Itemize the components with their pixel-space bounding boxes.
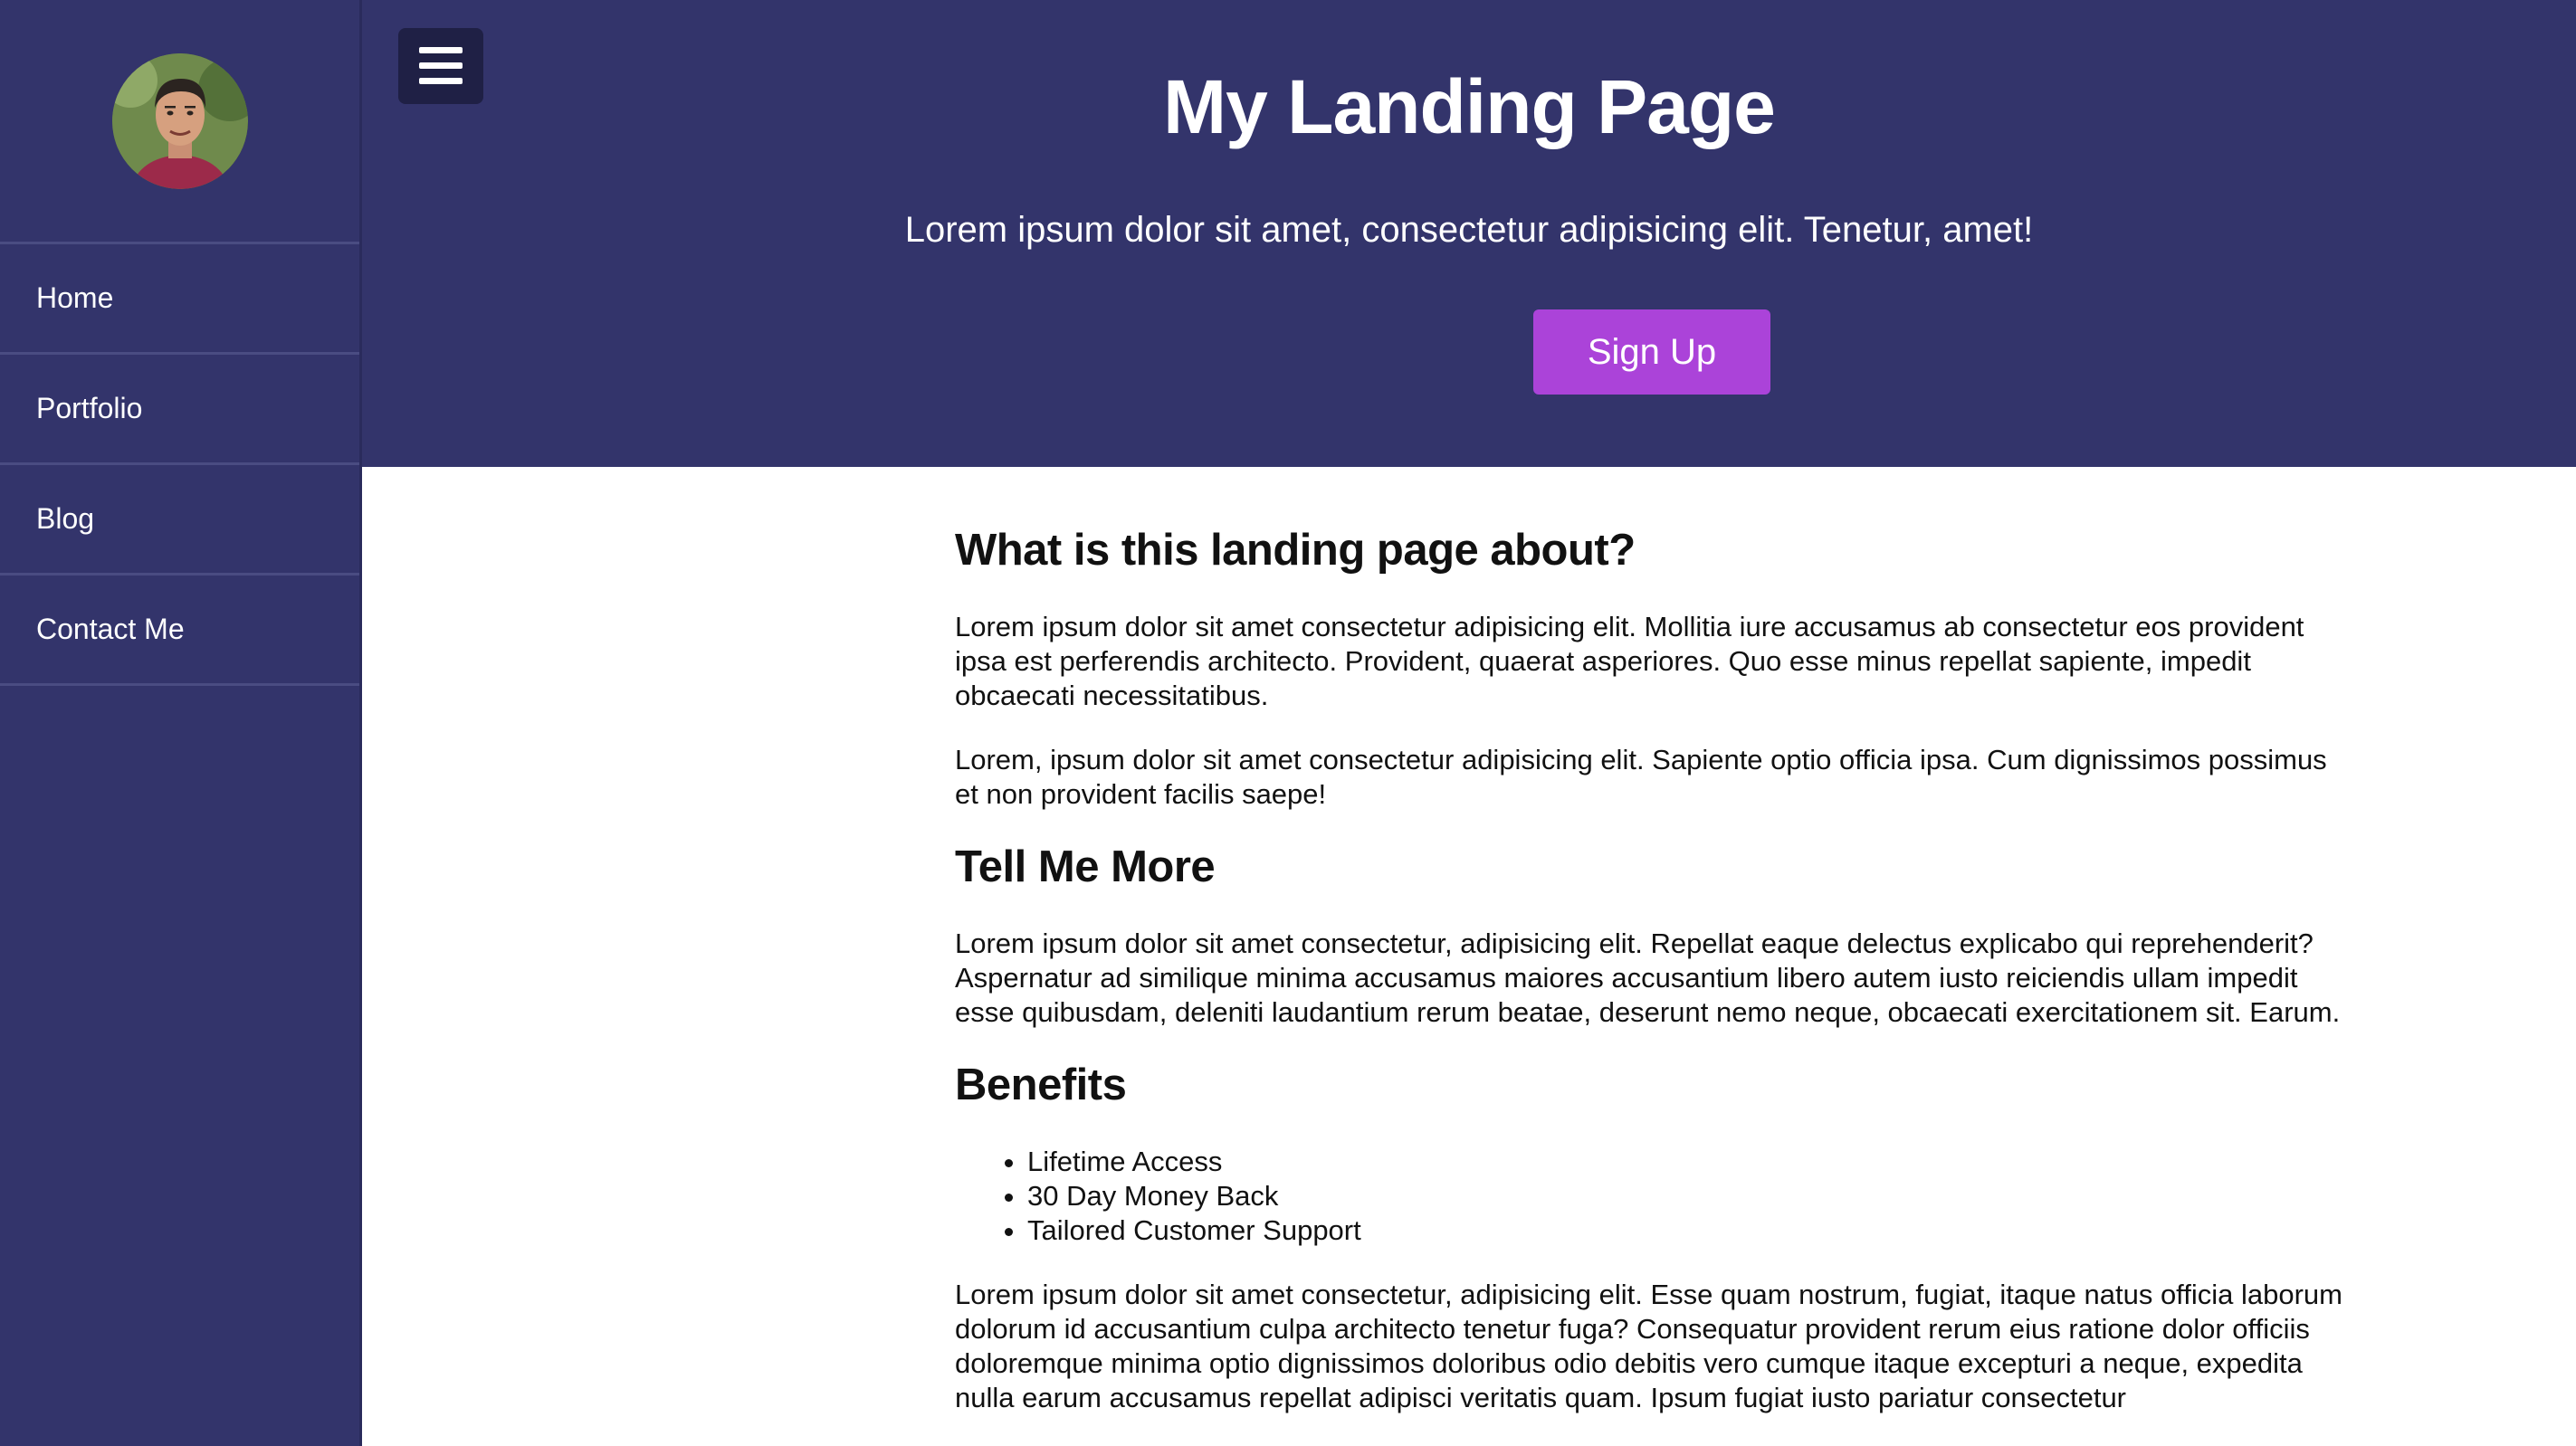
paragraph: Lorem, ipsum dolor sit amet consectetur … bbox=[955, 744, 2327, 810]
paragraph: Lorem ipsum dolor sit amet consectetur, … bbox=[955, 928, 2341, 1028]
section-heading-benefits: Benefits bbox=[955, 1061, 1127, 1109]
main-content: What is this landing page about? Lorem i… bbox=[955, 525, 2349, 1445]
sidebar-nav: Home Portfolio Blog Contact Me bbox=[0, 244, 359, 686]
avatar[interactable] bbox=[111, 52, 248, 189]
avatar-container bbox=[0, 0, 359, 244]
paragraph: Lorem ipsum dolor sit amet consectetur a… bbox=[955, 611, 2304, 711]
sidebar: Home Portfolio Blog Contact Me bbox=[0, 0, 362, 1446]
hero-header: My Landing Page Lorem ipsum dolor sit am… bbox=[362, 0, 2576, 467]
sidebar-item-blog[interactable]: Blog bbox=[0, 465, 359, 576]
paragraph: Lorem ipsum dolor sit amet consectetur, … bbox=[955, 1279, 2342, 1413]
list-item: Lifetime Access bbox=[1027, 1145, 2349, 1179]
sidebar-item-contact-me[interactable]: Contact Me bbox=[0, 576, 359, 686]
sidebar-item-home[interactable]: Home bbox=[0, 244, 359, 355]
section-heading-about: What is this landing page about? bbox=[955, 526, 1636, 575]
list-item: 30 Day Money Back bbox=[1027, 1179, 2349, 1213]
page-subtitle: Lorem ipsum dolor sit amet, consectetur … bbox=[904, 210, 2034, 250]
list-item: Tailored Customer Support bbox=[1027, 1213, 2349, 1248]
sign-up-button[interactable]: Sign Up bbox=[1533, 309, 1770, 395]
page-title: My Landing Page bbox=[1163, 64, 1776, 149]
avatar-image bbox=[111, 52, 248, 189]
sidebar-item-portfolio[interactable]: Portfolio bbox=[0, 355, 359, 465]
section-heading-tell-me-more: Tell Me More bbox=[955, 842, 1216, 891]
benefits-list: Lifetime Access 30 Day Money Back Tailor… bbox=[1027, 1145, 2349, 1248]
